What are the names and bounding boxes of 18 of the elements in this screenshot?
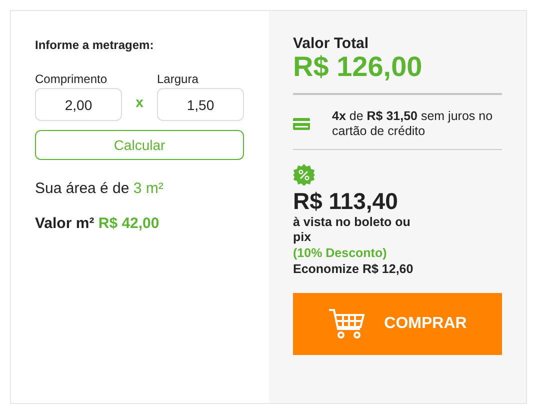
cart-icon bbox=[328, 308, 366, 340]
total-label: Valor Total bbox=[293, 35, 369, 52]
times-sign: x bbox=[134, 93, 144, 112]
area-text: Sua área é de 3 m² bbox=[35, 180, 164, 197]
field-label: Comprimento bbox=[35, 72, 108, 86]
installment-text: 4x de R$ 31,50 sem juros no cartão de crédito bbox=[332, 109, 494, 140]
input-field[interactable]: 1,50 bbox=[157, 88, 244, 121]
cash-price: R$ 113,40 bbox=[293, 189, 398, 215]
discount-badge-icon bbox=[293, 164, 315, 186]
payment-note: à vista no boleto ou pix bbox=[293, 214, 412, 245]
section-title: Informe a metragem: bbox=[35, 38, 155, 52]
discount-text: (10% Desconto) bbox=[293, 244, 387, 261]
savings-text: Economize R$ 12,60 bbox=[293, 260, 414, 278]
input-field[interactable]: 2,00 bbox=[35, 88, 122, 121]
price-per-meter: Valor m² R$ 42,00 bbox=[35, 215, 160, 232]
credit-card-icon bbox=[293, 118, 310, 130]
total-price: R$ 126,00 bbox=[293, 52, 422, 82]
field-label: Largura bbox=[157, 72, 200, 86]
